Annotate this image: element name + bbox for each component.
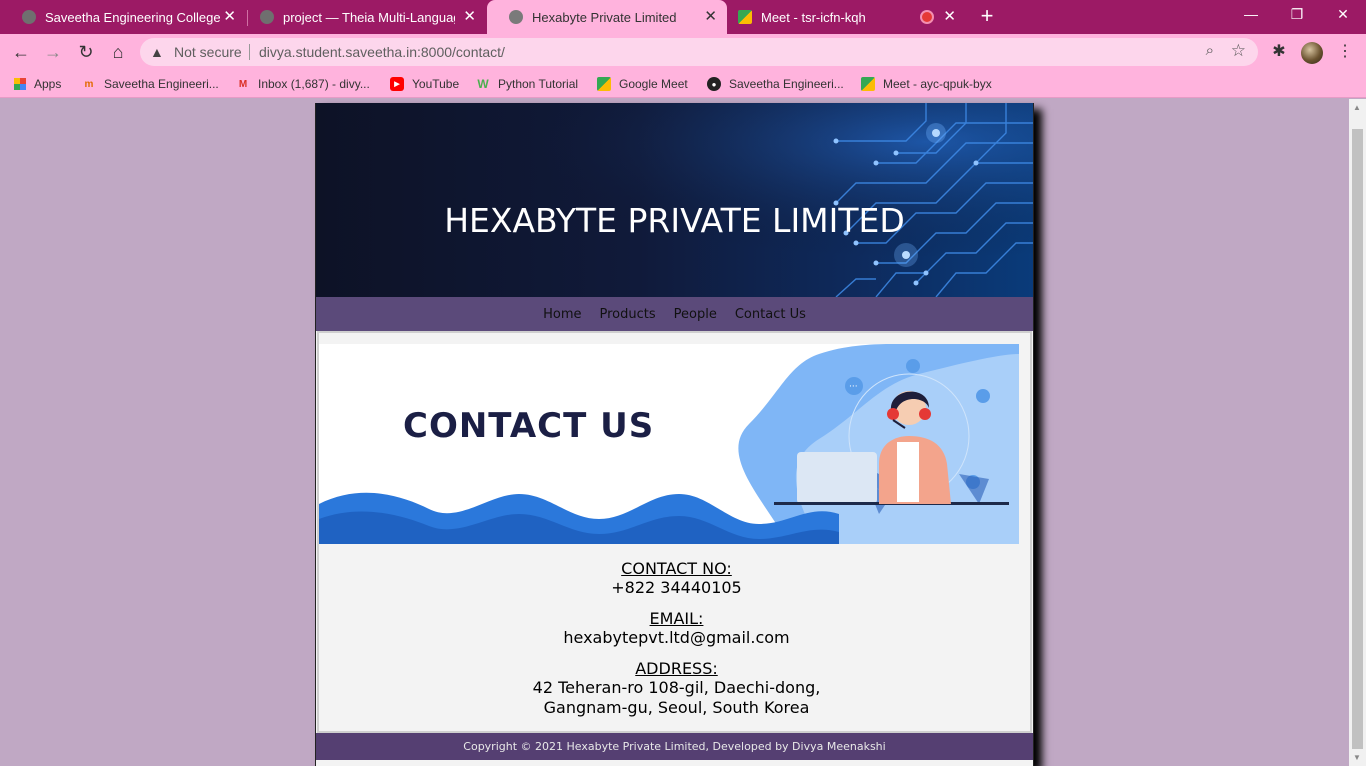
close-tab-icon[interactable]: ✕ bbox=[943, 9, 956, 25]
scroll-down-icon[interactable]: ▼ bbox=[1353, 753, 1361, 762]
site-banner: HEXABYTE PRIVATE LIMITED bbox=[316, 103, 1033, 297]
globe-icon bbox=[509, 10, 523, 24]
apps-grid-icon bbox=[14, 78, 26, 90]
hero-title: CONTACT US bbox=[403, 406, 655, 446]
tab-theia[interactable]: project — Theia Multi-Language ✕ bbox=[238, 0, 486, 34]
page-scrollbar[interactable]: ▲ ▼ bbox=[1349, 99, 1366, 766]
w3schools-icon: W bbox=[477, 77, 489, 91]
youtube-icon: ▶ bbox=[390, 77, 404, 91]
security-label[interactable]: Not secure bbox=[174, 44, 242, 60]
meet-icon bbox=[738, 10, 752, 24]
restore-button[interactable]: ❐ bbox=[1274, 0, 1320, 30]
bookmark-saveetha-2[interactable]: ● Saveetha Engineeri... bbox=[707, 75, 844, 93]
globe-icon bbox=[22, 10, 36, 24]
new-tab-button[interactable]: + bbox=[976, 5, 998, 29]
email-label: EMAIL: bbox=[649, 609, 704, 628]
close-tab-icon[interactable]: ✕ bbox=[223, 9, 236, 25]
scroll-up-icon[interactable]: ▲ bbox=[1353, 103, 1361, 112]
contact-no-label: CONTACT NO: bbox=[621, 559, 732, 578]
address-bar[interactable]: ▲ Not secure divya.student.saveetha.in:8… bbox=[140, 38, 1258, 66]
address-line-2: Gangnam-gu, Seoul, South Korea bbox=[543, 698, 810, 717]
close-tab-icon[interactable]: ✕ bbox=[463, 9, 476, 25]
tab-strip: Saveetha Engineering College ✕ project —… bbox=[0, 0, 1366, 34]
address-label: ADDRESS: bbox=[635, 659, 718, 678]
browser-toolbar: ← → ↻ ⌂ ▲ Not secure divya.student.savee… bbox=[0, 34, 1366, 70]
tab-title: project — Theia Multi-Language bbox=[283, 9, 455, 25]
back-button[interactable]: ← bbox=[8, 39, 34, 65]
scroll-thumb[interactable] bbox=[1352, 129, 1363, 749]
nav-people[interactable]: People bbox=[674, 307, 717, 322]
zoom-icon[interactable]: ⌕ bbox=[1206, 42, 1214, 59]
bookmark-star-icon[interactable]: ☆ bbox=[1231, 41, 1246, 61]
contact-no-value: +822 34440105 bbox=[611, 578, 742, 597]
close-window-button[interactable]: ✕ bbox=[1320, 0, 1366, 30]
bookmark-label: Saveetha Engineeri... bbox=[104, 77, 219, 91]
saveetha-icon: m bbox=[84, 78, 94, 90]
tab-saveetha[interactable]: Saveetha Engineering College ✕ bbox=[0, 0, 246, 34]
bookmark-saveetha[interactable]: m Saveetha Engineeri... bbox=[82, 75, 219, 93]
minimize-button[interactable]: — bbox=[1228, 0, 1274, 30]
globe-icon: ● bbox=[707, 77, 721, 91]
profile-avatar[interactable] bbox=[1301, 42, 1323, 64]
contact-hero-image: ··· CONTACT US bbox=[319, 344, 1019, 544]
bookmark-label: Google Meet bbox=[619, 77, 688, 91]
bookmark-python-tutorial[interactable]: W Python Tutorial bbox=[476, 75, 578, 93]
menu-icon[interactable]: ⋮ bbox=[1333, 40, 1357, 64]
nav-contact-us[interactable]: Contact Us bbox=[735, 307, 806, 322]
tab-meet[interactable]: Meet - tsr-icfn-kqh ✕ bbox=[716, 0, 966, 34]
page-viewport: HEXABYTE PRIVATE LIMITED Home Products P… bbox=[0, 99, 1349, 766]
reload-button[interactable]: ↻ bbox=[73, 39, 99, 65]
svg-text:···: ··· bbox=[849, 382, 858, 392]
bookmark-label: Apps bbox=[34, 77, 62, 91]
address-line-1: 42 Teheran-ro 108-gil, Daechi-dong, bbox=[532, 678, 821, 697]
bookmark-meet-2[interactable]: Meet - ayc-qpuk-byx bbox=[861, 75, 992, 93]
site-container: HEXABYTE PRIVATE LIMITED Home Products P… bbox=[315, 103, 1034, 766]
globe-icon bbox=[260, 10, 274, 24]
email-value: hexabytepvt.ltd@gmail.com bbox=[563, 628, 790, 647]
site-brand-title: HEXABYTE PRIVATE LIMITED bbox=[444, 201, 905, 240]
bookmark-label: Inbox (1,687) - divy... bbox=[258, 77, 370, 91]
recording-icon bbox=[922, 12, 932, 22]
contact-info: CONTACT NO: +822 34440105 EMAIL: hexabyt… bbox=[319, 559, 1034, 718]
bookmark-label: Meet - ayc-qpuk-byx bbox=[883, 77, 992, 91]
tab-title: Saveetha Engineering College bbox=[45, 9, 221, 25]
bookmark-label: Python Tutorial bbox=[498, 77, 579, 91]
tab-title: Meet - tsr-icfn-kqh bbox=[761, 9, 866, 25]
contact-content: ··· CONTACT US CONTACT NO: +822 34440105… bbox=[317, 331, 1032, 733]
warning-icon[interactable]: ▲ bbox=[150, 44, 164, 60]
nav-products[interactable]: Products bbox=[600, 307, 656, 322]
bookmark-inbox[interactable]: M Inbox (1,687) - divy... bbox=[236, 75, 370, 93]
address-divider bbox=[249, 44, 250, 60]
meet-icon bbox=[861, 77, 875, 91]
meet-icon bbox=[597, 77, 611, 91]
tab-title: Hexabyte Private Limited bbox=[532, 9, 677, 25]
bookmark-youtube[interactable]: ▶ YouTube bbox=[390, 75, 459, 93]
bookmark-apps[interactable]: Apps bbox=[14, 75, 61, 93]
extensions-icon[interactable]: ✱ bbox=[1267, 40, 1291, 64]
site-nav: Home Products People Contact Us bbox=[316, 297, 1033, 331]
bookmark-label: Saveetha Engineeri... bbox=[729, 77, 844, 91]
url-text[interactable]: divya.student.saveetha.in:8000/contact/ bbox=[259, 44, 505, 60]
home-button[interactable]: ⌂ bbox=[105, 39, 131, 65]
bookmarks-bar: Apps m Saveetha Engineeri... M Inbox (1,… bbox=[0, 70, 1366, 98]
bookmark-google-meet[interactable]: Google Meet bbox=[597, 75, 688, 93]
site-footer: Copyright © 2021 Hexabyte Private Limite… bbox=[316, 733, 1033, 760]
tab-hexabyte[interactable]: Hexabyte Private Limited ✕ bbox=[487, 0, 727, 34]
circuit-graphic bbox=[316, 103, 1033, 297]
nav-home[interactable]: Home bbox=[543, 307, 581, 322]
gmail-icon: M bbox=[238, 78, 248, 90]
bookmark-label: YouTube bbox=[412, 77, 460, 91]
forward-button[interactable]: → bbox=[40, 39, 66, 65]
